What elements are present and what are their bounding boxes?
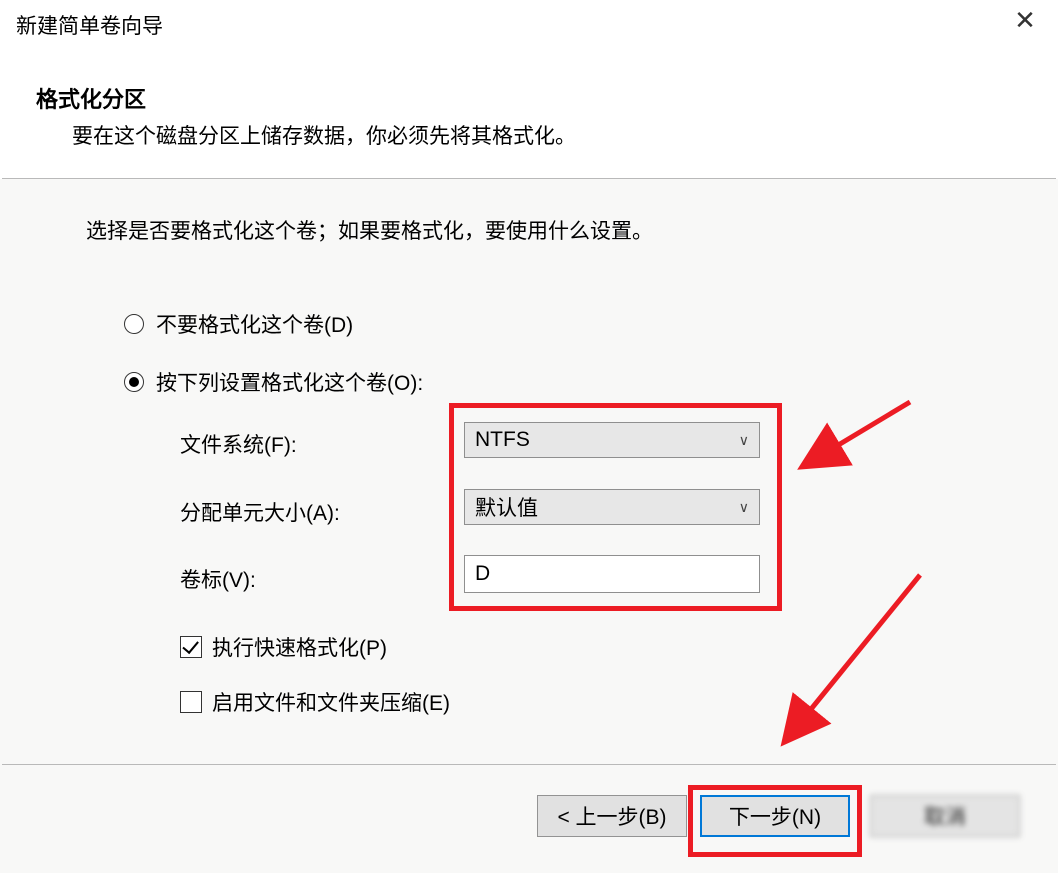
chevron-down-icon: ∨ <box>739 499 749 516</box>
chevron-down-icon: ∨ <box>739 432 749 449</box>
page-subtitle: 要在这个磁盘分区上储存数据，你必须先将其格式化。 <box>72 120 1058 150</box>
window-title: 新建简单卷向导 <box>16 15 163 38</box>
radio-label: 不要格式化这个卷(D) <box>156 309 353 339</box>
page-title: 格式化分区 <box>36 82 1058 114</box>
label-filesystem: 文件系统(F): <box>180 429 297 459</box>
dropdown-alloc-unit[interactable]: 默认值 ∨ <box>464 489 760 525</box>
dropdown-value: 默认值 <box>475 492 538 522</box>
radio-label: 按下列设置格式化这个卷(O): <box>156 367 423 397</box>
button-label: 取消 <box>924 801 966 831</box>
next-button[interactable]: 下一步(N) <box>700 795 850 837</box>
back-button[interactable]: < 上一步(B) <box>537 795 687 837</box>
wizard-footer: < 上一步(B) 下一步(N) 取消 <box>0 765 1058 873</box>
label-volume-label: 卷标(V): <box>180 564 256 594</box>
button-label: < 上一步(B) <box>557 801 666 831</box>
wizard-header: 格式化分区 要在这个磁盘分区上储存数据，你必须先将其格式化。 <box>0 50 1058 174</box>
radio-no-format[interactable]: 不要格式化这个卷(D) <box>124 309 353 339</box>
radio-icon <box>124 372 144 392</box>
wizard-body: 选择是否要格式化这个卷；如果要格式化，要使用什么设置。 不要格式化这个卷(D) … <box>0 179 1058 765</box>
radio-format-with-settings[interactable]: 按下列设置格式化这个卷(O): <box>124 367 423 397</box>
checkbox-icon <box>180 636 202 658</box>
dropdown-filesystem[interactable]: NTFS ∨ <box>464 422 760 458</box>
checkbox-label: 启用文件和文件夹压缩(E) <box>212 687 450 717</box>
instruction-text: 选择是否要格式化这个卷；如果要格式化，要使用什么设置。 <box>86 215 653 245</box>
input-volume-label[interactable]: D <box>464 555 760 593</box>
close-icon[interactable]: ✕ <box>1010 6 1040 36</box>
checkbox-label: 执行快速格式化(P) <box>212 632 387 662</box>
input-value: D <box>475 562 490 586</box>
checkbox-compression[interactable]: 启用文件和文件夹压缩(E) <box>180 687 450 717</box>
button-label: 下一步(N) <box>729 801 821 831</box>
title-bar: 新建简单卷向导 ✕ <box>0 0 1058 50</box>
radio-icon <box>124 314 144 334</box>
wizard-window: 新建简单卷向导 ✕ 格式化分区 要在这个磁盘分区上储存数据，你必须先将其格式化。… <box>0 0 1058 873</box>
checkbox-quick-format[interactable]: 执行快速格式化(P) <box>180 632 387 662</box>
checkbox-icon <box>180 691 202 713</box>
label-alloc-unit: 分配单元大小(A): <box>180 497 340 527</box>
cancel-button[interactable]: 取消 <box>870 795 1020 837</box>
dropdown-value: NTFS <box>475 428 530 452</box>
